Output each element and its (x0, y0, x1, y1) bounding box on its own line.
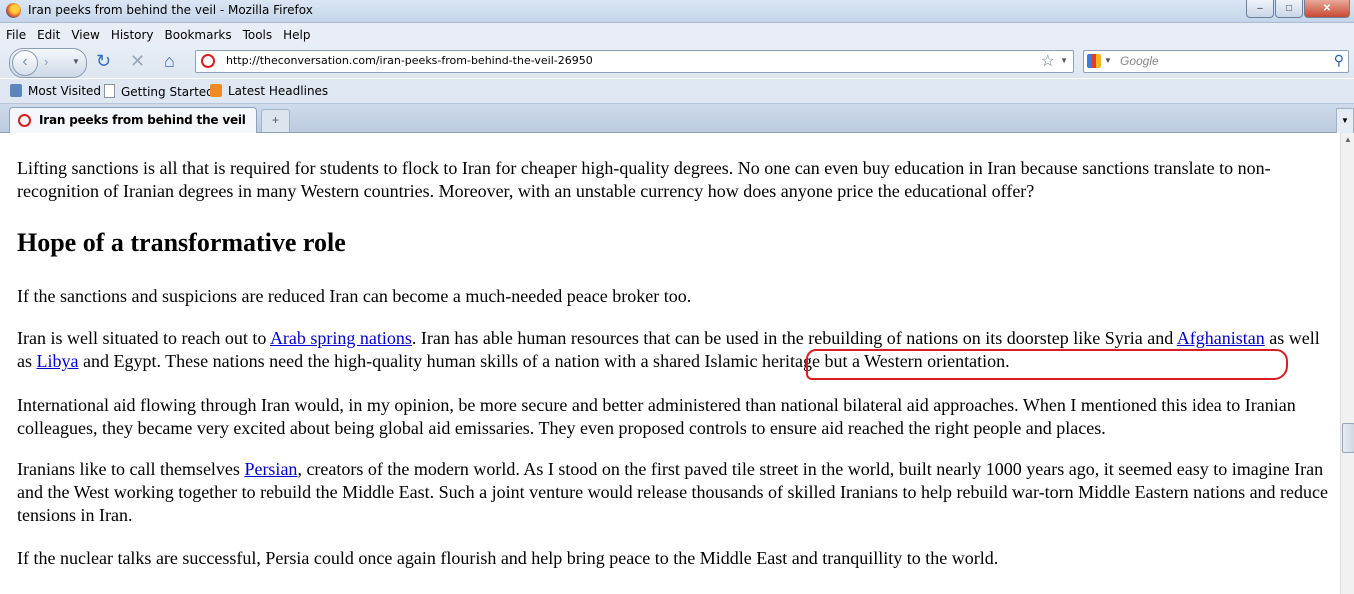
clipped-text-line (17, 133, 677, 143)
browser-window: Iran peeks from behind the veil - Mozill… (0, 0, 1354, 594)
section-heading: Hope of a transformative role (17, 228, 346, 257)
link-persian[interactable]: Persian (244, 459, 297, 479)
menu-tools[interactable]: Tools (237, 23, 278, 42)
maximize-button[interactable]: □ (1275, 0, 1303, 18)
url-text[interactable]: http://theconversation.com/iran-peeks-fr… (226, 54, 593, 67)
menu-edit[interactable]: Edit (31, 23, 65, 42)
url-dropdown-icon[interactable]: ▼ (1060, 56, 1068, 65)
paragraph-international-aid: International aid flowing through Iran w… (17, 395, 1296, 438)
navigation-toolbar: ‹ › ▼ ↻ ✕ ⌂ http://theconversation.com/i… (0, 45, 1354, 78)
window-title: Iran peeks from behind the veil - Mozill… (28, 3, 313, 17)
search-input[interactable]: Google (1120, 54, 1159, 68)
tab-label: Iran peeks from behind the veil (39, 113, 246, 127)
link-afghanistan[interactable]: Afghanistan (1177, 328, 1265, 348)
back-arrow-icon[interactable]: ‹ (12, 50, 38, 76)
bookmark-label: Latest Headlines (228, 84, 329, 98)
highlight-annotation (806, 349, 1288, 380)
bookmarks-toolbar: Most Visited Getting Started Latest Head… (0, 79, 1354, 104)
minimize-button[interactable]: – (1246, 0, 1274, 18)
tab-iran-peeks[interactable]: Iran peeks from behind the veil (9, 107, 257, 133)
tab-bar: Iran peeks from behind the veil + ▼ (0, 104, 1354, 134)
home-icon[interactable]: ⌂ (164, 52, 175, 70)
paragraph-persian: Iranians like to call themselves Persian… (17, 458, 1335, 527)
text-run: Iran is well situated to reach out to (17, 328, 270, 348)
menu-bookmarks[interactable]: Bookmarks (159, 23, 237, 42)
site-favicon-icon (201, 54, 215, 68)
menu-help[interactable]: Help (277, 23, 315, 42)
engine-dropdown-icon[interactable]: ▼ (1104, 56, 1112, 65)
page-icon (104, 84, 115, 98)
menu-bar: File Edit View History Bookmarks Tools Help (0, 23, 1354, 45)
tab-favicon-icon (18, 114, 31, 127)
scrollbar-thumb[interactable] (1342, 423, 1354, 453)
close-button[interactable]: ✕ (1304, 0, 1350, 18)
bookmark-most-visited[interactable]: Most Visited (10, 84, 101, 98)
reload-icon[interactable]: ↻ (96, 52, 111, 70)
paragraph-sanctions: Lifting sanctions is all that is require… (17, 158, 1271, 201)
bookmark-getting-started[interactable]: Getting Started (104, 84, 214, 99)
google-engine-icon[interactable] (1087, 54, 1101, 68)
bookmark-latest-headlines[interactable]: Latest Headlines (210, 84, 328, 98)
firefox-icon (6, 3, 21, 18)
search-bar[interactable]: ▼ Google ⚲ (1083, 50, 1349, 73)
back-forward-group: ‹ › ▼ (9, 48, 87, 78)
paragraph-peace-broker: If the sanctions and suspicions are redu… (17, 286, 692, 306)
paragraph-nuclear-talks: If the nuclear talks are successful, Per… (17, 548, 999, 568)
menu-file[interactable]: File (0, 23, 31, 42)
stop-icon[interactable]: ✕ (130, 52, 145, 70)
bookmark-label: Most Visited (28, 84, 102, 98)
text-run: Iranians like to call themselves (17, 459, 245, 479)
new-tab-button[interactable]: + (261, 109, 290, 132)
address-bar[interactable]: http://theconversation.com/iran-peeks-fr… (195, 50, 1074, 73)
text-run: . Iran has able human resources that can… (411, 328, 1177, 348)
menu-history[interactable]: History (105, 23, 159, 42)
bookmark-label: Getting Started (121, 85, 214, 99)
link-libya[interactable]: Libya (37, 351, 79, 371)
bookmark-star-icon[interactable]: ☆ (1041, 51, 1055, 71)
window-controls: – □ ✕ (1245, 0, 1350, 18)
rss-icon (210, 84, 222, 97)
vertical-scrollbar[interactable]: ▲ (1340, 133, 1354, 594)
scroll-up-icon[interactable]: ▲ (1341, 133, 1354, 147)
page-content: Lifting sanctions is all that is require… (0, 133, 1340, 594)
link-arab-spring-nations[interactable]: Arab spring nations (270, 328, 412, 348)
title-bar: Iran peeks from behind the veil - Mozill… (0, 0, 1354, 23)
menu-view[interactable]: View (65, 23, 104, 42)
tab-list-dropdown-icon[interactable]: ▼ (1336, 108, 1354, 134)
history-dropdown-icon[interactable]: ▼ (72, 57, 80, 66)
forward-arrow-icon[interactable]: › (44, 54, 48, 69)
search-icon[interactable]: ⚲ (1334, 52, 1344, 69)
most-visited-icon (10, 84, 22, 97)
